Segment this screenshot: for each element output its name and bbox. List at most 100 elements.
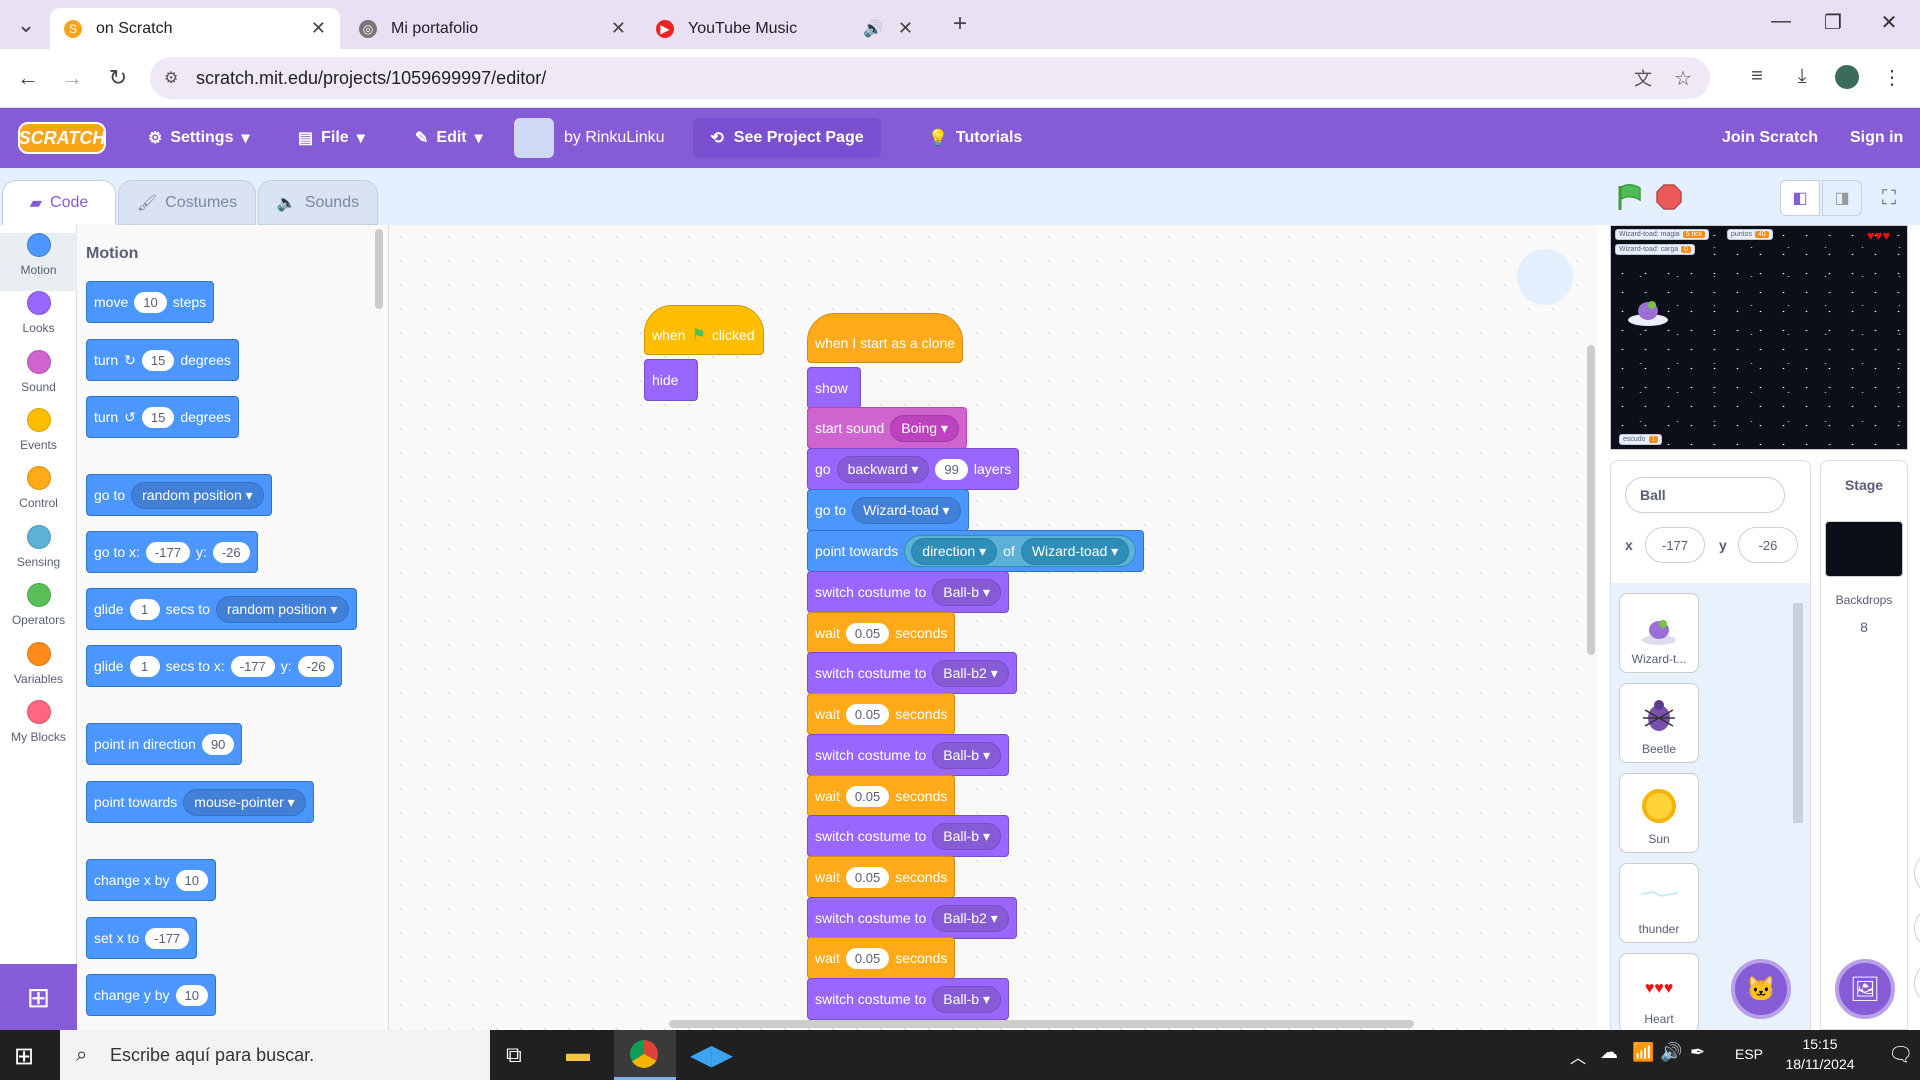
block-go-to[interactable]: go to Wizard-toad ▾ bbox=[807, 489, 969, 531]
tab-portafolio[interactable]: ◎ Mi portafolio ✕ bbox=[345, 8, 640, 49]
close-tab-icon[interactable]: ✕ bbox=[311, 18, 326, 39]
block-input[interactable]: 15 bbox=[141, 406, 175, 428]
block-dropdown[interactable]: Wizard-toad ▾ bbox=[1020, 537, 1130, 565]
sprite-y-field[interactable]: -26 bbox=[1738, 527, 1798, 563]
block-input[interactable]: -26 bbox=[297, 655, 335, 677]
url-field[interactable]: ⚙ scratch.mit.edu/projects/1059699997/ed… bbox=[150, 57, 1710, 99]
tutorials-button[interactable]: 💡 Tutorials bbox=[928, 108, 1022, 168]
scratch-logo[interactable]: SCRATCH bbox=[18, 122, 106, 154]
block-change-y[interactable]: change y by 10 bbox=[86, 974, 216, 1016]
restore-icon[interactable]: ❐ bbox=[1810, 10, 1856, 35]
block-dropdown[interactable]: Ball-b2 ▾ bbox=[932, 904, 1009, 932]
block-input[interactable]: 0.05 bbox=[845, 622, 890, 644]
close-tab-icon[interactable]: ✕ bbox=[898, 18, 913, 39]
block-point-towards[interactable]: point towards mouse-pointer ▾ bbox=[86, 781, 314, 823]
taskbar-search[interactable]: ⌕ Escribe aquí para buscar. bbox=[60, 1030, 490, 1080]
block-input[interactable]: 0.05 bbox=[845, 866, 890, 888]
choose-backdrop-button[interactable]: 🖼 bbox=[1835, 959, 1895, 1019]
speaker-icon[interactable]: 🔊 bbox=[863, 19, 883, 39]
stop-button[interactable] bbox=[1656, 184, 1682, 210]
task-view-icon[interactable]: ⧉ bbox=[506, 1042, 522, 1068]
category-my-blocks[interactable]: My Blocks bbox=[0, 700, 77, 758]
zoom-out-button[interactable]: ⊖ bbox=[1914, 906, 1920, 950]
sprite-thumb[interactable]: thunder bbox=[1619, 863, 1699, 943]
tab-search-icon[interactable]: ⌄ bbox=[12, 12, 40, 38]
close-tab-icon[interactable]: ✕ bbox=[611, 18, 626, 39]
block-switch-costume[interactable]: switch costume to Ball-b ▾ bbox=[807, 978, 1009, 1020]
sprite-thumb[interactable]: Sun bbox=[1619, 773, 1699, 853]
block-input[interactable]: 0.05 bbox=[845, 947, 890, 969]
sign-in-button[interactable]: Sign in bbox=[1850, 108, 1903, 168]
block-dropdown[interactable]: Ball-b ▾ bbox=[932, 741, 1001, 769]
volume-icon[interactable]: 🔊 bbox=[1660, 1042, 1682, 1063]
block-input[interactable]: 99 bbox=[935, 458, 968, 480]
block-input[interactable]: 15 bbox=[141, 349, 175, 371]
block-dropdown[interactable]: Ball-b ▾ bbox=[932, 985, 1001, 1013]
script-horizontal-scrollbar[interactable] bbox=[669, 1020, 1414, 1028]
block-wait-seconds[interactable]: wait 0.05 seconds bbox=[807, 937, 956, 979]
block-input[interactable]: -177 bbox=[145, 927, 190, 949]
block-switch-costume[interactable]: switch costume to Ball-b ▾ bbox=[807, 571, 1009, 613]
network-icon[interactable]: 📶 bbox=[1632, 1042, 1654, 1063]
block-input[interactable]: 0.05 bbox=[845, 703, 890, 725]
block-turn-right[interactable]: turn ↻ 15 degrees bbox=[86, 339, 239, 381]
block-point-in-direction[interactable]: point in direction 90 bbox=[86, 723, 243, 765]
block-wait-seconds[interactable]: wait 0.05 seconds bbox=[807, 775, 956, 817]
block-input[interactable]: 1 bbox=[129, 598, 160, 620]
new-tab-icon[interactable]: + bbox=[946, 10, 974, 38]
block-set-x[interactable]: set x to -177 bbox=[86, 917, 198, 959]
block-dropdown[interactable]: backward ▾ bbox=[836, 455, 930, 483]
profile-avatar-icon[interactable] bbox=[1832, 65, 1862, 95]
block-dropdown[interactable]: random position ▾ bbox=[215, 595, 349, 623]
block-change-x[interactable]: change x by 10 bbox=[86, 859, 216, 901]
block-move-steps[interactable]: move 10 steps bbox=[86, 281, 215, 323]
stage-canvas[interactable]: Wizard-toad: magia 5 tick puntos 40 Wizard… bbox=[1610, 225, 1908, 450]
category-sound[interactable]: Sound bbox=[0, 350, 77, 408]
file-menu[interactable]: ▤ File ▾ bbox=[298, 108, 365, 168]
small-stage-button[interactable]: ◧ bbox=[1780, 180, 1820, 216]
pen-icon[interactable]: ✒ bbox=[1690, 1042, 1705, 1063]
block-dropdown[interactable]: Ball-b ▾ bbox=[932, 578, 1001, 606]
sprite-name-field[interactable]: Ball bbox=[1625, 477, 1785, 513]
category-operators[interactable]: Operators bbox=[0, 583, 77, 641]
block-input[interactable]: 10 bbox=[175, 869, 208, 891]
chrome-taskbar-button[interactable] bbox=[614, 1030, 676, 1080]
clock-date[interactable]: 18/11/2024 bbox=[1768, 1056, 1872, 1072]
tab-scratch[interactable]: S on Scratch ✕ bbox=[50, 8, 340, 49]
block-dropdown[interactable]: random position ▾ bbox=[131, 481, 264, 509]
media-control-icon[interactable]: ≡ bbox=[1742, 65, 1772, 88]
block-dropdown[interactable]: direction ▾ bbox=[911, 537, 998, 565]
sprite-x-field[interactable]: -177 bbox=[1645, 527, 1705, 563]
edit-menu[interactable]: ✎ Edit ▾ bbox=[415, 108, 483, 168]
forward-icon[interactable]: → bbox=[58, 65, 86, 91]
see-project-page-button[interactable]: ⟲ See Project Page bbox=[693, 118, 881, 158]
block-wait-seconds[interactable]: wait 0.05 seconds bbox=[807, 612, 956, 654]
palette-scrollbar[interactable] bbox=[375, 229, 383, 309]
block-input[interactable]: 0.05 bbox=[845, 785, 890, 807]
block-switch-costume[interactable]: switch costume to Ball-b ▾ bbox=[807, 815, 1009, 857]
block-input[interactable]: 90 bbox=[201, 733, 235, 755]
block-switch-costume[interactable]: switch costume to Ball-b ▾ bbox=[807, 734, 1009, 776]
tab-code[interactable]: ▰ Code bbox=[2, 180, 116, 225]
block-when-flag-clicked[interactable]: when ⚑ clicked bbox=[644, 305, 764, 355]
language-indicator[interactable]: ESP bbox=[1735, 1046, 1763, 1062]
download-icon[interactable]: ⤓ bbox=[1787, 65, 1817, 88]
block-switch-costume[interactable]: switch costume to Ball-b2 ▾ bbox=[807, 897, 1017, 939]
block-go-layers[interactable]: go backward ▾ 99 layers bbox=[807, 448, 1020, 490]
script-area[interactable]: when ⚑ clicked hide when I start as a cl… bbox=[389, 225, 1920, 1030]
block-hide[interactable]: hide bbox=[644, 359, 698, 401]
block-dropdown[interactable]: mouse-pointer ▾ bbox=[183, 788, 306, 816]
block-glide-to-xy[interactable]: glide 1 secs to x: -177 y: -26 bbox=[86, 645, 343, 687]
block-when-start-as-clone[interactable]: when I start as a clone bbox=[807, 313, 963, 363]
block-input[interactable]: -26 bbox=[212, 541, 250, 563]
block-dropdown[interactable]: Wizard-toad ▾ bbox=[852, 496, 961, 524]
block-dropdown[interactable]: Ball-b ▾ bbox=[932, 822, 1001, 850]
large-stage-button[interactable]: ◨ bbox=[1822, 180, 1862, 216]
block-wait-seconds[interactable]: wait 0.05 seconds bbox=[807, 856, 956, 898]
sprite-list-scrollbar[interactable] bbox=[1793, 603, 1803, 823]
sprite-thumb[interactable]: Wizard-t... bbox=[1619, 593, 1699, 673]
block-glide-to[interactable]: glide 1 secs to random position ▾ bbox=[86, 588, 357, 630]
block-wait-seconds[interactable]: wait 0.05 seconds bbox=[807, 693, 956, 735]
reload-icon[interactable]: ↻ bbox=[104, 65, 132, 91]
block-dropdown[interactable]: Ball-b2 ▾ bbox=[932, 659, 1009, 687]
